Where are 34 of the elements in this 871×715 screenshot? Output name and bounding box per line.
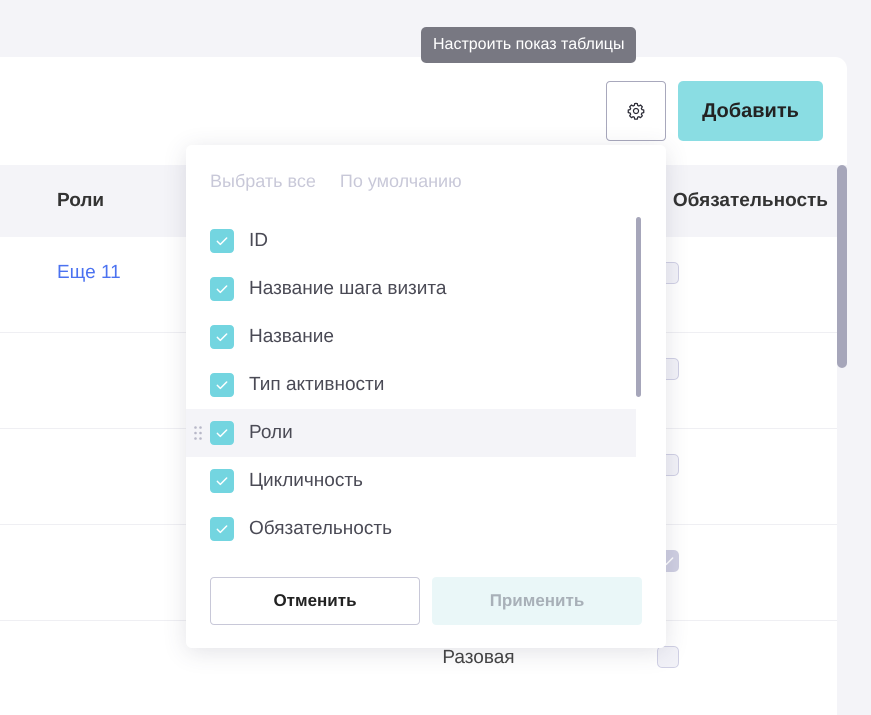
table-cell-text: Разовая — [442, 647, 515, 670]
cancel-button[interactable]: Отменить — [210, 577, 420, 625]
more-link[interactable]: Еще 11 — [57, 262, 121, 283]
option-label: Название шага визита — [249, 278, 446, 300]
column-option[interactable]: Тип активности — [186, 361, 636, 409]
column-header: Обязательность — [672, 190, 828, 212]
option-label: Цикличность — [249, 470, 363, 492]
checkbox[interactable] — [210, 373, 234, 397]
column-option[interactable]: Название шага визита — [186, 265, 636, 313]
checkbox[interactable] — [210, 517, 234, 541]
column-option[interactable]: Роли — [186, 409, 636, 457]
option-label: Тип активности — [249, 374, 384, 396]
column-option[interactable]: Название — [186, 313, 636, 361]
drag-handle-icon[interactable] — [194, 426, 202, 440]
checkbox[interactable] — [210, 277, 234, 301]
option-label: Обязательность — [249, 518, 392, 540]
option-label: Роли — [249, 422, 293, 444]
option-label: ID — [249, 230, 268, 252]
option-label: Название — [249, 326, 334, 348]
checkbox[interactable] — [657, 646, 679, 668]
checkbox[interactable] — [210, 229, 234, 253]
column-option[interactable]: ID — [186, 217, 636, 265]
checkbox[interactable] — [210, 325, 234, 349]
settings-button[interactable] — [606, 81, 666, 141]
checkbox[interactable] — [210, 469, 234, 493]
column-option[interactable]: Обязательность — [186, 505, 636, 553]
scrollbar-thumb[interactable] — [636, 217, 641, 397]
add-button[interactable]: Добавить — [678, 81, 823, 141]
column-option[interactable]: Цикличность — [186, 457, 636, 505]
column-header: Роли — [57, 190, 104, 212]
checkbox[interactable] — [210, 421, 234, 445]
settings-icon — [626, 101, 646, 121]
scrollbar-thumb[interactable] — [837, 165, 847, 368]
tooltip: Настроить показ таблицы — [421, 27, 636, 63]
